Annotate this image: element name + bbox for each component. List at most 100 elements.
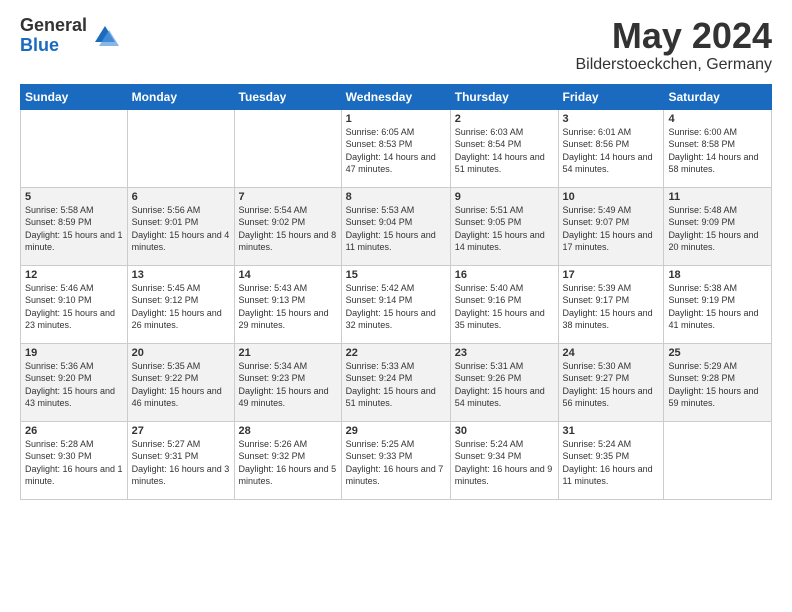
calendar-cell: 16Sunrise: 5:40 AMSunset: 9:16 PMDayligh… <box>450 265 558 343</box>
day-info: Sunrise: 5:51 AM Sunset: 9:05 PM Daylight:… <box>455 204 554 254</box>
sunrise-text: Sunrise: 5:53 AM <box>346 205 415 215</box>
sunset-text: Sunset: 8:56 PM <box>563 139 630 149</box>
sunrise-text: Sunrise: 5:39 AM <box>563 283 632 293</box>
day-number: 24 <box>563 347 660 359</box>
day-info: Sunrise: 5:27 AM Sunset: 9:31 PM Daylight:… <box>132 438 230 488</box>
sunrise-text: Sunrise: 5:31 AM <box>455 361 524 371</box>
header-wednesday: Wednesday <box>341 84 450 109</box>
sunrise-text: Sunrise: 5:51 AM <box>455 205 524 215</box>
sunset-text: Sunset: 9:33 PM <box>346 451 413 461</box>
sunrise-text: Sunrise: 5:40 AM <box>455 283 524 293</box>
sunrise-text: Sunrise: 5:38 AM <box>668 283 737 293</box>
sunrise-text: Sunrise: 5:27 AM <box>132 439 201 449</box>
header: General Blue May 2024 Bilderstoeckchen, … <box>20 16 772 74</box>
day-number: 26 <box>25 425 123 437</box>
sunrise-text: Sunrise: 5:25 AM <box>346 439 415 449</box>
sunset-text: Sunset: 9:05 PM <box>455 217 522 227</box>
sunrise-text: Sunrise: 6:00 AM <box>668 127 737 137</box>
sunrise-text: Sunrise: 6:05 AM <box>346 127 415 137</box>
calendar-cell: 12Sunrise: 5:46 AMSunset: 9:10 PMDayligh… <box>21 265 128 343</box>
daylight-text: Daylight: 15 hours and 14 minutes. <box>455 230 545 253</box>
calendar-cell: 3Sunrise: 6:01 AMSunset: 8:56 PMDaylight… <box>558 109 664 187</box>
calendar-cell: 17Sunrise: 5:39 AMSunset: 9:17 PMDayligh… <box>558 265 664 343</box>
day-number: 18 <box>668 269 767 281</box>
day-info: Sunrise: 5:53 AMSunset: 9:04 PMDaylight:… <box>346 204 446 254</box>
daylight-text: Daylight: 15 hours and 49 minutes. <box>239 386 329 409</box>
day-number: 15 <box>346 269 446 281</box>
sunrise-text: Sunrise: 5:43 AM <box>239 283 308 293</box>
calendar-cell: 21Sunrise: 5:34 AMSunset: 9:23 PMDayligh… <box>234 343 341 421</box>
day-number: 4 <box>668 113 767 125</box>
sunset-text: Sunset: 9:35 PM <box>563 451 630 461</box>
calendar-week-0: 1Sunrise: 6:05 AMSunset: 8:53 PMDaylight… <box>21 109 772 187</box>
day-info: Sunrise: 6:03 AMSunset: 8:54 PMDaylight:… <box>455 126 554 176</box>
sunrise-text: Sunrise: 5:33 AM <box>346 361 415 371</box>
day-number: 2 <box>455 113 554 125</box>
sunrise-text: Sunrise: 5:46 AM <box>25 283 94 293</box>
day-number: 1 <box>346 113 446 125</box>
sunset-text: Sunset: 9:28 PM <box>668 373 735 383</box>
daylight-text: Daylight: 15 hours and 54 minutes. <box>455 386 545 409</box>
sunrise-text: Sunrise: 6:03 AM <box>455 127 524 137</box>
logo: General Blue <box>20 16 119 56</box>
calendar-cell: 25Sunrise: 5:29 AMSunset: 9:28 PMDayligh… <box>664 343 772 421</box>
day-number: 20 <box>132 347 230 359</box>
daylight-text: Daylight: 16 hours and 1 minute. <box>25 464 123 487</box>
sunrise-text: Sunrise: 5:24 AM <box>455 439 524 449</box>
sunset-text: Sunset: 9:17 PM <box>563 295 630 305</box>
daylight-text: Daylight: 15 hours and 1 minute. <box>25 230 123 253</box>
calendar-cell: 23Sunrise: 5:31 AMSunset: 9:26 PMDayligh… <box>450 343 558 421</box>
day-number: 13 <box>132 269 230 281</box>
sunset-text: Sunset: 9:16 PM <box>455 295 522 305</box>
calendar-cell <box>21 109 128 187</box>
calendar-cell: 14Sunrise: 5:43 AMSunset: 9:13 PMDayligh… <box>234 265 341 343</box>
sunrise-text: Sunrise: 5:56 AM <box>132 205 201 215</box>
sunset-text: Sunset: 9:32 PM <box>239 451 306 461</box>
daylight-text: Daylight: 15 hours and 11 minutes. <box>346 230 436 253</box>
logo-blue: Blue <box>20 36 87 56</box>
daylight-text: Daylight: 15 hours and 29 minutes. <box>239 308 329 331</box>
calendar-week-1: 5Sunrise: 5:58 AMSunset: 8:59 PMDaylight… <box>21 187 772 265</box>
day-number: 5 <box>25 191 123 203</box>
day-number: 31 <box>563 425 660 437</box>
logo-general: General <box>20 16 87 36</box>
day-number: 17 <box>563 269 660 281</box>
sunrise-text: Sunrise: 5:58 AM <box>25 205 94 215</box>
daylight-text: Daylight: 16 hours and 3 minutes. <box>132 464 230 487</box>
calendar-cell: 26Sunrise: 5:28 AMSunset: 9:30 PMDayligh… <box>21 421 128 499</box>
calendar-week-2: 12Sunrise: 5:46 AMSunset: 9:10 PMDayligh… <box>21 265 772 343</box>
daylight-text: Daylight: 16 hours and 7 minutes. <box>346 464 444 487</box>
day-info: Sunrise: 5:38 AM Sunset: 9:19 PM Daylight:… <box>668 282 767 332</box>
daylight-text: Daylight: 16 hours and 11 minutes. <box>563 464 653 487</box>
calendar-week-4: 26Sunrise: 5:28 AMSunset: 9:30 PMDayligh… <box>21 421 772 499</box>
header-tuesday: Tuesday <box>234 84 341 109</box>
sunset-text: Sunset: 9:23 PM <box>239 373 306 383</box>
day-number: 6 <box>132 191 230 203</box>
day-info: Sunrise: 5:25 AM Sunset: 9:33 PM Daylight:… <box>346 438 446 488</box>
day-info: Sunrise: 5:28 AMSunset: 9:30 PMDaylight:… <box>25 438 123 488</box>
day-info: Sunrise: 5:24 AMSunset: 9:34 PMDaylight:… <box>455 438 554 488</box>
title-section: May 2024 Bilderstoeckchen, Germany <box>575 16 772 74</box>
calendar-cell: 29 Sunrise: 5:25 AM Sunset: 9:33 PM Dayligh… <box>341 421 450 499</box>
day-number: 21 <box>239 347 337 359</box>
daylight-text: Daylight: 14 hours and 54 minutes. <box>563 152 653 175</box>
calendar-cell <box>664 421 772 499</box>
daylight-text: Daylight: 15 hours and 46 minutes. <box>132 386 222 409</box>
header-thursday: Thursday <box>450 84 558 109</box>
header-monday: Monday <box>127 84 234 109</box>
day-info: Sunrise: 5:48 AMSunset: 9:09 PMDaylight:… <box>668 204 767 254</box>
sunset-text: Sunset: 9:19 PM <box>668 295 735 305</box>
sunrise-text: Sunrise: 5:42 AM <box>346 283 415 293</box>
location: Bilderstoeckchen, Germany <box>575 56 772 74</box>
day-number: 11 <box>668 191 767 203</box>
day-number: 29 <box>346 425 446 437</box>
sunset-text: Sunset: 9:30 PM <box>25 451 92 461</box>
calendar-cell: 24Sunrise: 5:30 AMSunset: 9:27 PMDayligh… <box>558 343 664 421</box>
daylight-text: Daylight: 15 hours and 41 minutes. <box>668 308 758 331</box>
day-info: Sunrise: 5:49 AMSunset: 9:07 PMDaylight:… <box>563 204 660 254</box>
day-number: 3 <box>563 113 660 125</box>
day-info: Sunrise: 5:58 AMSunset: 8:59 PMDaylight:… <box>25 204 123 254</box>
sunset-text: Sunset: 9:22 PM <box>132 373 199 383</box>
sunset-text: Sunset: 9:31 PM <box>132 451 199 461</box>
day-info: Sunrise: 5:43 AMSunset: 9:13 PMDaylight:… <box>239 282 337 332</box>
